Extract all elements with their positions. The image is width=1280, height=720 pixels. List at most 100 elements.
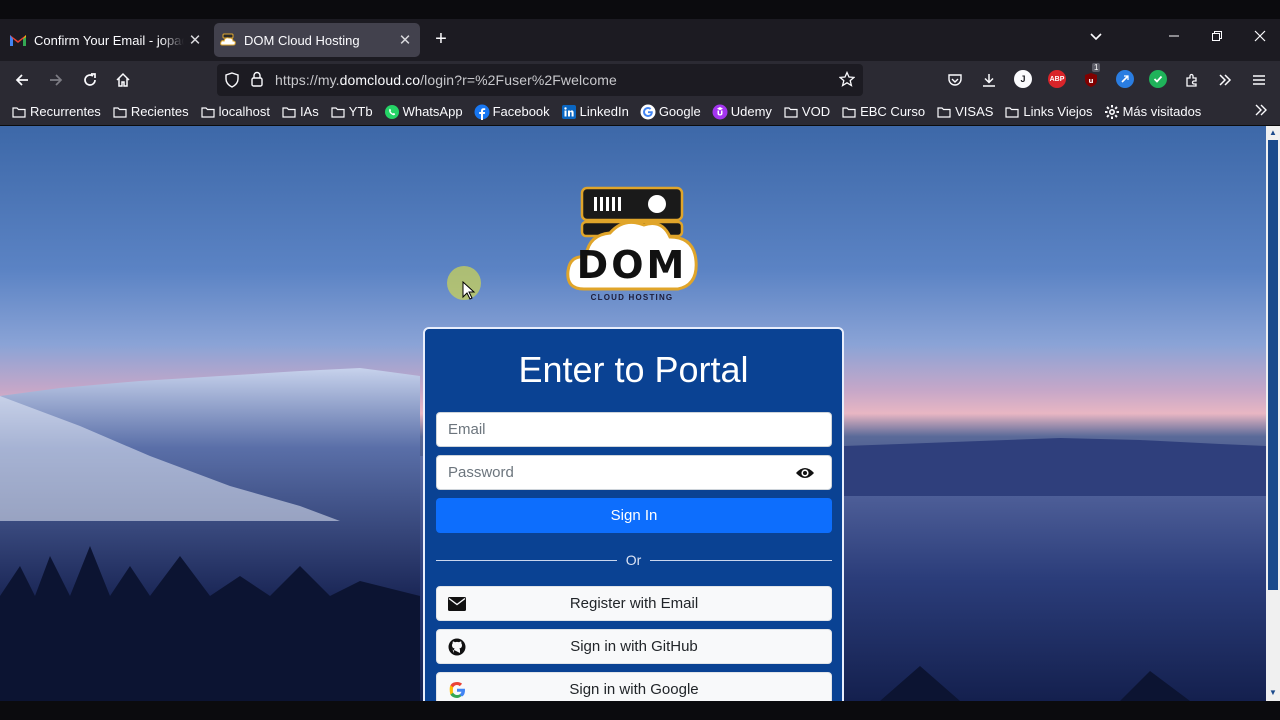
tab-bar: Confirm Your Email - jopadu ✕ DOM Cloud … (0, 19, 1280, 61)
abp-icon[interactable]: ABP (1048, 70, 1066, 88)
folder-icon (330, 104, 346, 120)
dom-cloud-icon (220, 32, 236, 48)
google-signin-button[interactable]: Sign in with Google (436, 672, 832, 701)
bookmark-visas[interactable]: VISAS (936, 104, 993, 120)
url-prefix: https://my. (275, 72, 340, 88)
bookmark-facebook[interactable]: Facebook (474, 104, 550, 120)
bookmark-ytb[interactable]: YTb (330, 104, 373, 120)
scroll-up-icon[interactable]: ▲ (1269, 128, 1277, 137)
mouse-cursor-icon (462, 281, 476, 300)
bookmark-label: Google (658, 104, 701, 119)
close-tab-icon[interactable]: ✕ (394, 31, 416, 49)
logo-subtitle: CLOUD HOSTING (590, 293, 674, 302)
scrollbar-thumb[interactable] (1268, 140, 1278, 590)
logo-text: DOM (576, 243, 688, 287)
email-input[interactable] (437, 413, 831, 446)
register-email-button[interactable]: Register with Email (436, 586, 832, 621)
udemy-icon (712, 104, 728, 120)
folder-icon (936, 104, 952, 120)
github-signin-button[interactable]: Sign in with GitHub (436, 629, 832, 664)
bookmark-label: Udemy (730, 104, 772, 119)
bookmark-google[interactable]: Google (640, 104, 701, 120)
check-extension-icon[interactable] (1149, 70, 1167, 88)
bookmark-label: Links Viejos (1023, 104, 1093, 119)
url-text[interactable]: https://my.domcloud.co/login?r=%2Fuser%2… (275, 72, 617, 88)
bookmarks-toolbar: Recurrentes Recientes localhost IAs YTb Whats… (0, 98, 1280, 126)
bookmarks-overflow-icon[interactable] (1254, 103, 1268, 120)
show-password-eye-icon[interactable] (795, 465, 815, 486)
page-scrollbar[interactable]: ▲ ▼ (1266, 126, 1280, 701)
bookmark-links-viejos[interactable]: Links Viejos (1004, 104, 1093, 120)
ublock-badge: 1 (1092, 63, 1101, 72)
address-bar[interactable]: https://my.domcloud.co/login?r=%2Fuser%2… (217, 64, 863, 96)
bookmark-label: Recurrentes (30, 104, 101, 119)
download-icon[interactable] (976, 67, 1002, 93)
bookmark-label: EBC Curso (860, 104, 926, 119)
google-icon (640, 104, 656, 120)
window-top-strip (0, 0, 1280, 19)
bookmark-m-s-visitados[interactable]: Más visitados (1104, 104, 1202, 120)
bookmark-label: VISAS (955, 104, 994, 119)
forward-icon[interactable] (43, 67, 69, 93)
bookmark-label: Recientes (130, 104, 189, 119)
scroll-down-icon[interactable]: ▼ (1269, 688, 1277, 697)
window-bottom-strip (0, 701, 1280, 720)
tab-dom-cloud[interactable]: DOM Cloud Hosting ✕ (214, 23, 420, 57)
envelope-icon (448, 595, 466, 613)
close-window-icon[interactable] (1248, 29, 1272, 47)
gmail-icon (10, 32, 26, 48)
folder-icon (112, 104, 128, 120)
bookmark-linkedin[interactable]: LinkedIn (561, 104, 629, 120)
google-signin-label: Sign in with Google (569, 681, 699, 698)
bookmark-localhost[interactable]: localhost (200, 104, 270, 120)
bookmark-udemy[interactable]: Udemy (712, 104, 772, 120)
login-title: Enter to Portal (518, 349, 749, 390)
close-tab-icon[interactable]: ✕ (184, 31, 206, 49)
tab-confirm-email[interactable]: Confirm Your Email - jopadu ✕ (4, 23, 210, 57)
folder-icon (783, 104, 799, 120)
facebook-icon (474, 104, 490, 120)
bookmark-star-icon[interactable] (838, 70, 856, 92)
shield-icon[interactable] (224, 72, 240, 93)
bookmark-ebc-curso[interactable]: EBC Curso (841, 104, 925, 120)
url-suffix: /login?r=%2Fuser%2Fwelcome (420, 72, 617, 88)
lock-icon[interactable] (250, 71, 264, 92)
back-icon[interactable] (9, 67, 35, 93)
pocket-icon[interactable] (942, 67, 968, 93)
github-icon (448, 638, 466, 656)
restore-window-icon[interactable] (1205, 29, 1229, 47)
bookmark-whatsapp[interactable]: WhatsApp (384, 104, 463, 120)
bookmark-recurrentes[interactable]: Recurrentes (11, 104, 101, 120)
divider-line-right (650, 560, 832, 561)
bookmark-vod[interactable]: VOD (783, 104, 830, 120)
google-icon (448, 681, 466, 699)
bookmark-recientes[interactable]: Recientes (112, 104, 189, 120)
reload-icon[interactable] (77, 67, 103, 93)
email-field[interactable] (436, 412, 832, 447)
j-extension-icon[interactable]: J (1014, 70, 1032, 88)
home-icon[interactable] (110, 67, 136, 93)
svg-text:u: u (1089, 77, 1094, 85)
bookmark-label: LinkedIn (579, 104, 629, 119)
register-email-label: Register with Email (569, 595, 699, 612)
link-extension-icon[interactable] (1116, 70, 1134, 88)
login-card: Enter to Portal Sign In Or Register with… (423, 327, 844, 701)
navigation-toolbar: https://my.domcloud.co/login?r=%2Fuser%2… (0, 61, 1280, 98)
gear-icon (1104, 104, 1120, 120)
minimize-window-icon[interactable] (1162, 29, 1186, 47)
login-page: DOM CLOUD HOSTING Enter to Portal Sign I… (0, 126, 1266, 701)
menu-icon[interactable] (1246, 67, 1272, 93)
bookmark-label: IAs (299, 104, 319, 119)
folder-icon (841, 104, 857, 120)
password-field[interactable] (436, 455, 832, 490)
bookmark-ias[interactable]: IAs (281, 104, 319, 120)
ublock-icon[interactable]: u 1 (1078, 63, 1104, 93)
password-input[interactable] (437, 456, 831, 489)
overflow-icon[interactable] (1212, 67, 1238, 93)
extensions-icon[interactable] (1179, 67, 1205, 93)
list-tabs-icon[interactable] (1084, 29, 1108, 47)
new-tab-button[interactable]: + (430, 29, 452, 51)
bookmark-label: VOD (801, 104, 831, 119)
sign-in-button[interactable]: Sign In (436, 498, 832, 533)
bookmark-label: Más visitados (1122, 104, 1202, 119)
